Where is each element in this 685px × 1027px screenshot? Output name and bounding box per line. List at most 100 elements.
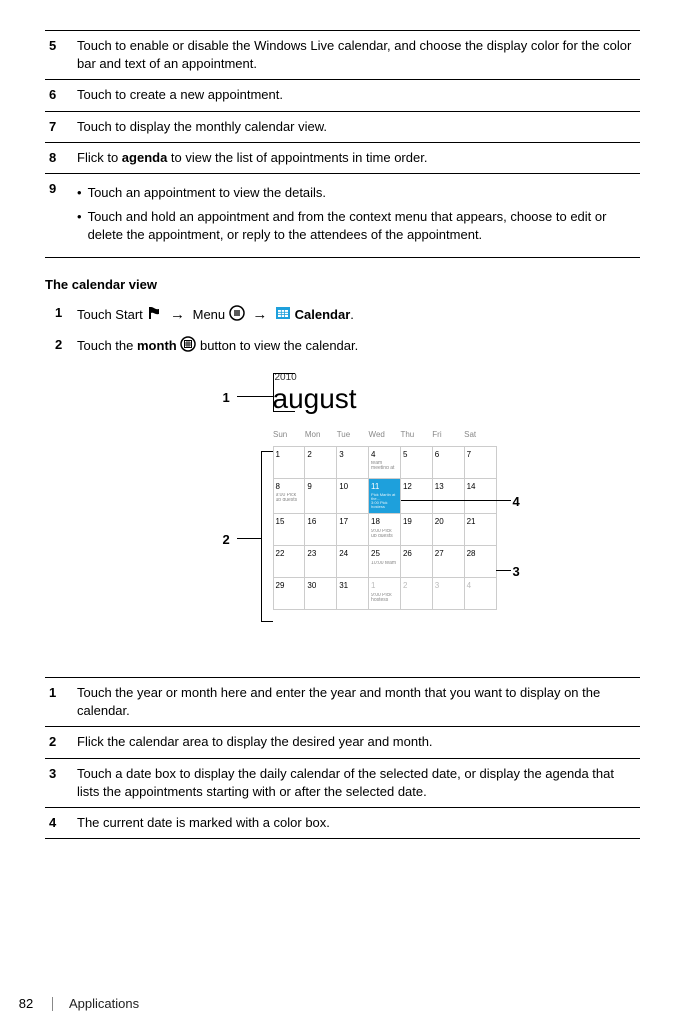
day-cell: 2510:00 team <box>369 546 401 578</box>
callout-line <box>261 451 262 621</box>
calendar-figure: 2010 august Sun Mon Tue Wed Thu Fri Sat … <box>153 371 533 661</box>
day-cell: 7 <box>464 447 496 479</box>
callout-line <box>273 373 274 411</box>
row-num: 5 <box>45 31 73 80</box>
row-text: Touch the year or month here and enter t… <box>73 678 640 727</box>
day-cell: 31 <box>337 578 369 610</box>
callout-line <box>273 373 295 374</box>
row-text: Flick to agenda to view the list of appo… <box>73 142 640 173</box>
steps-list: 1 Touch Start → Menu → Calendar. 2 Touch… <box>55 304 640 357</box>
row-num: 9 <box>45 173 73 257</box>
arrow-icon: → <box>170 306 185 323</box>
row-text: Touch to create a new appointment. <box>73 80 640 111</box>
day-cell: 24 <box>337 546 369 578</box>
day-cell: 13 <box>432 479 464 514</box>
callout-line <box>273 411 295 412</box>
calendar-week-row: 89:00 Pick up guests 9 10 11Pick Martin … <box>273 479 496 514</box>
day-cell: 10 <box>337 479 369 514</box>
day-cell: 5 <box>400 447 432 479</box>
day-cell: 14 <box>464 479 496 514</box>
bullet-item: Touch and hold an appointment and from t… <box>77 208 636 244</box>
day-cell-off: 2 <box>400 578 432 610</box>
day-cell: 17 <box>337 514 369 546</box>
step-content: Touch Start → Menu → Calendar. <box>77 304 640 326</box>
callout-line <box>237 396 273 397</box>
day-cell: 189:00 Pick up guests <box>369 514 401 546</box>
day-cell: 1 <box>273 447 305 479</box>
table-row: 2 Flick the calendar area to display the… <box>45 727 640 758</box>
day-cell: 26 <box>400 546 432 578</box>
table-row: 4 The current date is marked with a colo… <box>45 807 640 838</box>
day-cell: 27 <box>432 546 464 578</box>
calendar-weekday-row: Sun Mon Tue Wed Thu Fri Sat <box>273 427 496 447</box>
row-text: Touch to enable or disable the Windows L… <box>73 31 640 80</box>
callout-1: 1 <box>223 389 230 407</box>
calendar-week-row: 29 30 31 19:00 Pick hostess 2 3 4 <box>273 578 496 610</box>
callout-line <box>401 500 511 501</box>
day-cell: 23 <box>305 546 337 578</box>
start-flag-icon <box>146 305 162 326</box>
page-number: 82 <box>0 995 52 1013</box>
month-circle-icon <box>180 336 196 357</box>
footer-separator <box>52 997 53 1011</box>
calendar-screenshot: 2010 august Sun Mon Tue Wed Thu Fri Sat … <box>273 371 497 610</box>
day-cell-off: 3 <box>432 578 464 610</box>
row-num: 6 <box>45 80 73 111</box>
calendar-grid: Sun Mon Tue Wed Thu Fri Sat 1 2 3 4team … <box>273 427 497 610</box>
table-row: 1 Touch the year or month here and enter… <box>45 678 640 727</box>
day-cell: 4team meeting at 9 <box>369 447 401 479</box>
text: . <box>350 307 354 322</box>
day-cell: 3 <box>337 447 369 479</box>
text-post: to view the list of appointments in time… <box>167 150 427 165</box>
footer-section: Applications <box>69 995 139 1013</box>
weekday: Sun <box>273 427 305 447</box>
table-callouts-1-4: 1 Touch the year or month here and enter… <box>45 677 640 839</box>
row-num: 2 <box>45 727 73 758</box>
calendar-app-icon <box>275 305 291 326</box>
day-cell: 15 <box>273 514 305 546</box>
calendar-week-row: 15 16 17 189:00 Pick up guests 19 20 21 <box>273 514 496 546</box>
step-num: 1 <box>55 304 77 322</box>
day-cell: 30 <box>305 578 337 610</box>
row-num: 7 <box>45 111 73 142</box>
section-heading: The calendar view <box>45 276 640 294</box>
day-cell: 2 <box>305 447 337 479</box>
page-footer: 82 Applications <box>0 995 685 1013</box>
row-text: Touch an appointment to view the details… <box>73 173 640 257</box>
step-content: Touch the month button to view the calen… <box>77 336 640 357</box>
step-num: 2 <box>55 336 77 354</box>
day-cell: 12 <box>400 479 432 514</box>
row-num: 4 <box>45 807 73 838</box>
text-bold: month <box>137 338 177 353</box>
day-cell: 22 <box>273 546 305 578</box>
weekday: Mon <box>305 427 337 447</box>
callout-3: 3 <box>513 563 520 581</box>
step-item: 2 Touch the month button to view the cal… <box>55 336 640 357</box>
bullet-item: Touch an appointment to view the details… <box>77 184 636 202</box>
step-item: 1 Touch Start → Menu → Calendar. <box>55 304 640 326</box>
table-row: 6 Touch to create a new appointment. <box>45 80 640 111</box>
text: Menu <box>193 307 229 322</box>
text-pre: Flick to <box>77 150 122 165</box>
day-cell: 9 <box>305 479 337 514</box>
day-cell: 19 <box>400 514 432 546</box>
weekday: Thu <box>400 427 432 447</box>
text-bold: agenda <box>122 150 168 165</box>
calendar-month: august <box>273 385 497 413</box>
table-row: 3 Touch a date box to display the daily … <box>45 758 640 807</box>
weekday: Sat <box>464 427 496 447</box>
day-cell-today: 11Pick Martin at the…3:00 Pick hostess <box>369 479 401 514</box>
row-num: 8 <box>45 142 73 173</box>
day-cell-off: 19:00 Pick hostess <box>369 578 401 610</box>
menu-circle-icon <box>229 305 245 326</box>
callout-line <box>496 570 511 571</box>
text: Touch Start <box>77 307 146 322</box>
calendar-week-row: 22 23 24 2510:00 team 26 27 28 <box>273 546 496 578</box>
day-cell: 21 <box>464 514 496 546</box>
day-cell: 29 <box>273 578 305 610</box>
row-text: Flick the calendar area to display the d… <box>73 727 640 758</box>
table-row: 9 Touch an appointment to view the detai… <box>45 173 640 257</box>
callout-line <box>237 538 261 539</box>
row-text: Touch to display the monthly calendar vi… <box>73 111 640 142</box>
weekday: Fri <box>432 427 464 447</box>
